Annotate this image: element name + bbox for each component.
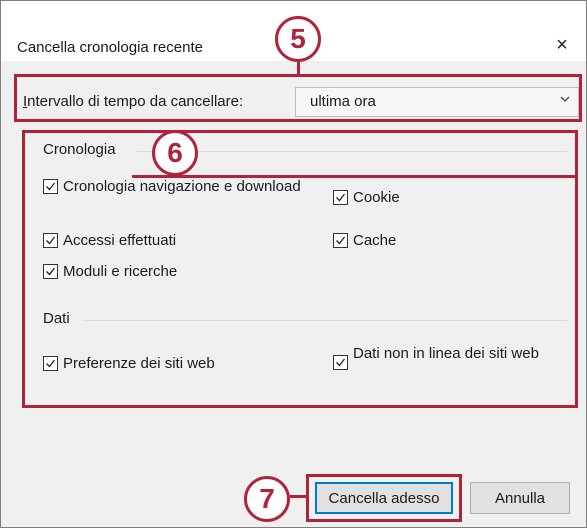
connector-6 xyxy=(132,175,578,178)
cancel-button[interactable]: Annulla xyxy=(470,482,570,514)
connector-5 xyxy=(297,60,300,76)
highlight-history-section xyxy=(22,130,578,408)
highlight-clear-button xyxy=(306,474,462,522)
connector-7 xyxy=(290,495,308,498)
highlight-time-range xyxy=(14,74,582,122)
annotation-badge-6: 6 xyxy=(152,130,198,176)
close-icon[interactable]: × xyxy=(550,33,574,57)
dialog-title: Cancella cronologia recente xyxy=(17,39,203,56)
annotation-badge-7: 7 xyxy=(244,476,290,522)
annotation-badge-5: 5 xyxy=(275,16,321,62)
